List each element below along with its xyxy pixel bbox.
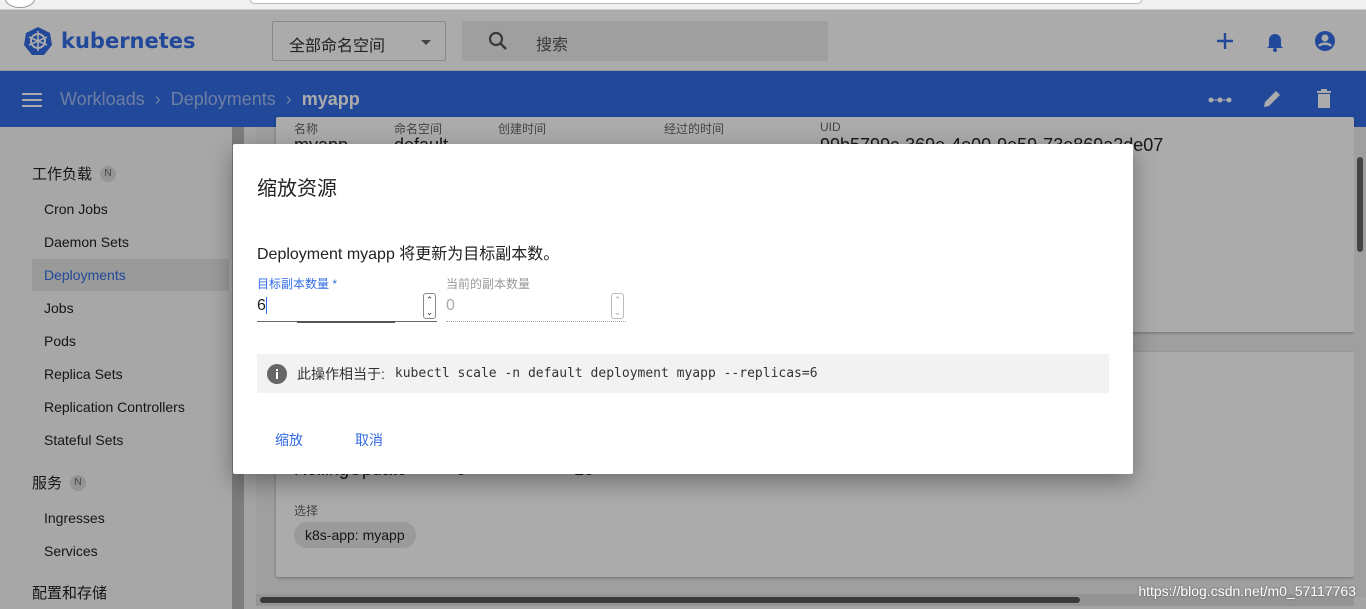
target-replicas-value: 6 <box>257 297 266 314</box>
info-prefix: 此操作相当于: <box>297 365 385 382</box>
browser-button[interactable] <box>5 0 35 8</box>
current-replicas-spinner: ⌃ ⌄ <box>611 293 624 319</box>
target-replicas-input[interactable]: 6 <box>257 292 437 323</box>
target-replicas-label: 目标副本数量 * <box>257 277 338 291</box>
current-replicas-value: 0 <box>446 297 455 314</box>
kubectl-command: kubectl scale -n default deployment myap… <box>394 366 818 381</box>
dialog-message: Deployment myapp 将更新为目标副本数。 <box>257 246 560 263</box>
dialog-title: 缩放资源 <box>257 178 337 200</box>
current-replicas-input: 0 <box>446 292 626 322</box>
target-replicas-spinner[interactable]: ⌃ ⌄ <box>423 293 436 319</box>
browser-chrome <box>0 0 1366 10</box>
scale-resource-dialog: 缩放资源 Deployment myapp 将更新为目标副本数。 目标副本数量 … <box>233 144 1133 474</box>
command-info: 此操作相当于: kubectl scale -n default deploym… <box>257 354 1109 393</box>
watermark: https://blog.csdn.net/m0_57117763 <box>1138 583 1356 599</box>
address-bar[interactable] <box>250 0 1142 4</box>
cancel-button[interactable]: 取消 <box>355 430 383 450</box>
current-replicas-label: 当前的副本数量 <box>446 277 531 291</box>
info-icon <box>267 363 287 384</box>
scale-button[interactable]: 缩放 <box>275 430 303 450</box>
